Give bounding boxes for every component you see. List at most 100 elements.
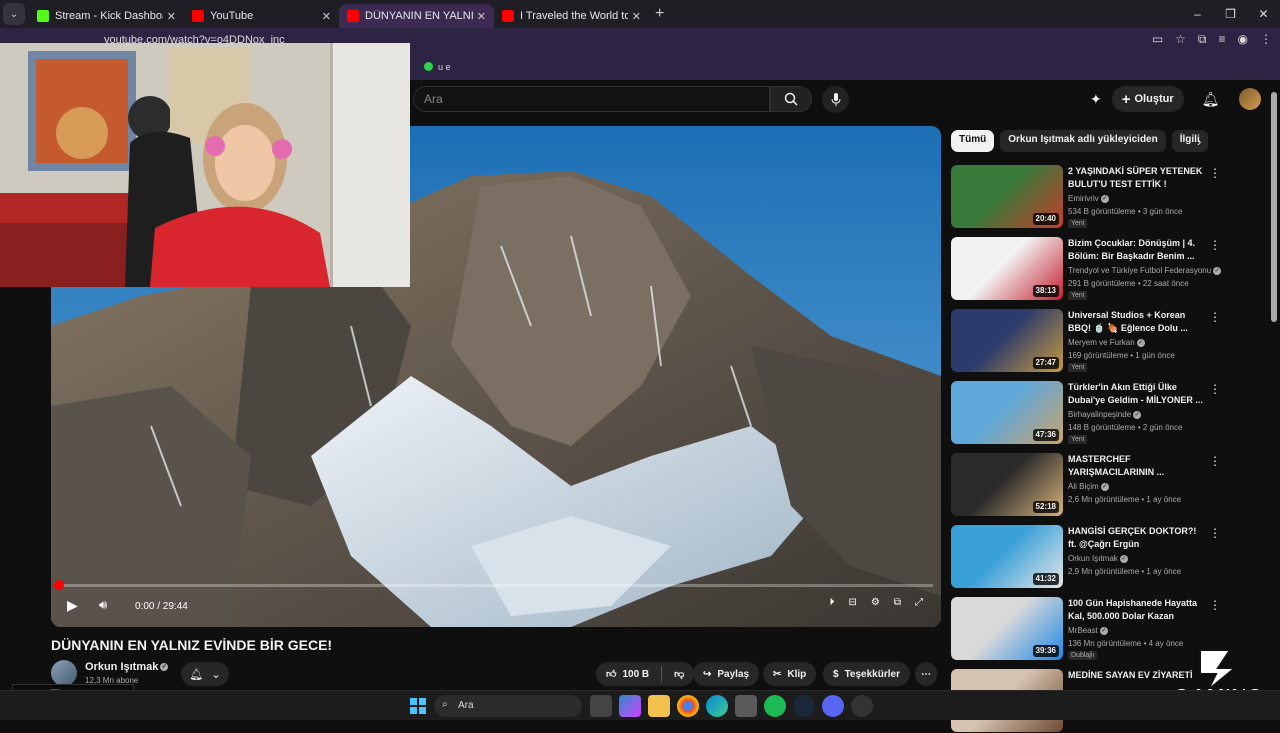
- recommended-video-title[interactable]: HANGİSİ GERÇEK DOKTOR?! ft. @Çağrı Ergün: [1068, 525, 1206, 551]
- more-vertical-icon[interactable]: ⋮: [1209, 454, 1221, 468]
- recommended-video-title[interactable]: 2 YAŞINDAKİ SÜPER YETENEK BULUT'U TEST E…: [1068, 165, 1206, 191]
- subscribed-button[interactable]: 🔔︎ ⌄: [181, 662, 229, 686]
- search-input[interactable]: Ara: [413, 86, 770, 112]
- play-icon[interactable]: ▶: [67, 597, 78, 614]
- store-icon[interactable]: [735, 695, 757, 717]
- more-vertical-icon[interactable]: ⋮: [1209, 382, 1221, 396]
- restore-icon[interactable]: ❐: [1214, 0, 1247, 28]
- browser-tab[interactable]: YouTube ✕: [184, 4, 339, 28]
- recommended-video-title[interactable]: Türkler'in Akın Ettiği Ülke Dubai'ye Gel…: [1068, 381, 1206, 407]
- recommended-video-title[interactable]: 100 Gün Hapishanede Hayatta Kal, 500.000…: [1068, 597, 1206, 623]
- notifications-bell-icon[interactable]: 🔔︎: [1202, 91, 1220, 108]
- verified-icon: ✓: [1100, 194, 1109, 203]
- recommended-video-title[interactable]: Universal Studios + Korean BBQ! 🍵 🍖 Eğle…: [1068, 309, 1206, 335]
- share-button[interactable]: ↪ Paylaş: [693, 662, 760, 686]
- settings-gear-icon[interactable]: ⚙: [871, 597, 880, 608]
- more-vertical-icon[interactable]: ⋮: [1209, 526, 1221, 540]
- subtitles-icon[interactable]: ⊟: [849, 597, 857, 608]
- profile-icon[interactable]: ◉: [1238, 32, 1248, 47]
- thumbs-down-icon[interactable]: 👎︎: [674, 668, 684, 680]
- tab-search-chevron-icon[interactable]: ⌄: [3, 3, 25, 25]
- spotify-icon[interactable]: [764, 695, 786, 717]
- more-vertical-icon[interactable]: ⋮: [1209, 310, 1221, 324]
- tab-close-icon[interactable]: ✕: [477, 10, 486, 23]
- filter-chip[interactable]: İlgili: [1171, 130, 1208, 152]
- channel-text: Trendyol ve Türkiye Futbol Federasyonu: [1068, 266, 1212, 275]
- recommended-video[interactable]: 20:40 2 YAŞINDAKİ SÜPER YETENEK BULUT'U …: [951, 165, 1251, 229]
- channel-avatar[interactable]: [51, 660, 77, 686]
- recommended-channel-name[interactable]: MrBeast ✓: [1068, 626, 1108, 635]
- recommended-channel-name[interactable]: Meryem ve Furkan ✓: [1068, 338, 1145, 347]
- share-label: Paylaş: [717, 668, 750, 680]
- autoplay-toggle-icon[interactable]: ⏵: [830, 597, 835, 608]
- task-view-icon[interactable]: [590, 695, 612, 717]
- recommended-channel-name[interactable]: Trendyol ve Türkiye Futbol Federasyonu ✓: [1068, 266, 1222, 275]
- file-explorer-icon[interactable]: [648, 695, 670, 717]
- copilot-icon[interactable]: [619, 695, 641, 717]
- more-actions-button[interactable]: ⋯: [915, 662, 937, 686]
- recommended-channel-name[interactable]: Ali Biçim ✓: [1068, 482, 1109, 491]
- minimize-icon[interactable]: –: [1181, 0, 1214, 28]
- steam-icon[interactable]: [793, 695, 815, 717]
- sparkle-icon[interactable]: ✦: [1090, 91, 1102, 108]
- recommended-video[interactable]: 52:18 MASTERCHEF YARIŞMACILARININ ... Al…: [951, 453, 1251, 517]
- recommended-video[interactable]: 38:13 Bizim Çocuklar: Dönüşüm | 4. Bölüm…: [951, 237, 1251, 301]
- create-button[interactable]: + Oluştur: [1111, 86, 1184, 112]
- duration-badge: 41:32: [1032, 573, 1059, 585]
- chrome-icon[interactable]: [677, 695, 699, 717]
- tab-close-icon[interactable]: ✕: [632, 10, 641, 23]
- time-display: 0:00 / 29:44: [135, 601, 188, 612]
- discord-icon[interactable]: [822, 695, 844, 717]
- recommended-channel-name[interactable]: Birhayalinpeşinde ✓: [1068, 410, 1142, 419]
- browser-menu-icon[interactable]: ⋮: [1260, 32, 1272, 47]
- windows-start-icon[interactable]: [410, 698, 426, 714]
- page-scrollbar[interactable]: [1271, 92, 1277, 322]
- miniplayer-icon[interactable]: ⧉: [894, 597, 901, 608]
- windows-taskbar: Ara ⌕: [0, 690, 1280, 720]
- recommended-video-title[interactable]: Bizim Çocuklar: Dönüşüm | 4. Bölüm: Bir …: [1068, 237, 1206, 263]
- close-window-icon[interactable]: ✕: [1247, 0, 1280, 28]
- obs-icon[interactable]: [851, 695, 873, 717]
- recommended-channel-name[interactable]: Emirivriv ✓: [1068, 194, 1109, 203]
- recommended-video[interactable]: 41:32 HANGİSİ GERÇEK DOKTOR?! ft. @Çağrı…: [951, 525, 1251, 589]
- new-tab-button[interactable]: +: [655, 5, 664, 23]
- scrubber-handle[interactable]: [54, 580, 64, 590]
- thanks-button[interactable]: $ Teşekkürler: [823, 662, 910, 686]
- voice-search-button[interactable]: [822, 86, 849, 113]
- reading-list-icon[interactable]: ≡: [1219, 32, 1226, 47]
- filter-chip[interactable]: Orkun Işıtmak adlı yükleyiciden: [1000, 130, 1166, 152]
- tab-close-icon[interactable]: ✕: [167, 10, 176, 23]
- recommended-channel-name[interactable]: Orkun Işıtmak ✓: [1068, 554, 1128, 563]
- account-avatar[interactable]: [1239, 88, 1262, 110]
- recommended-video[interactable]: 47:36 Türkler'in Akın Ettiği Ülke Dubai'…: [951, 381, 1251, 445]
- fullscreen-icon[interactable]: ⤢: [915, 597, 923, 608]
- browser-tab[interactable]: I Traveled the World to Find th ✕: [494, 4, 649, 28]
- window-controls: – ❐ ✕: [1181, 0, 1280, 28]
- video-progress-bar[interactable]: [54, 580, 933, 590]
- clip-button[interactable]: ✂ Klip: [763, 662, 817, 686]
- chevron-right-icon[interactable]: ›: [1197, 134, 1201, 149]
- bookmark-label[interactable]: u e: [438, 62, 451, 72]
- filter-chip[interactable]: Tümü: [951, 130, 995, 152]
- duration-badge: 52:18: [1032, 501, 1059, 513]
- cast-icon[interactable]: ▭: [1152, 32, 1163, 47]
- browser-tab[interactable]: DÜNYANIN EN YALNIZ EVİNDE ✕: [339, 4, 494, 28]
- extensions-icon[interactable]: ⧉: [1198, 32, 1207, 47]
- like-button[interactable]: 👍︎ 100 B 👎︎: [596, 662, 695, 686]
- recommended-video[interactable]: 27:47 Universal Studios + Korean BBQ! 🍵 …: [951, 309, 1251, 373]
- more-vertical-icon[interactable]: ⋮: [1209, 166, 1221, 180]
- channel-name[interactable]: Orkun Işıtmak ✓: [85, 661, 169, 673]
- recommended-video-title[interactable]: MASTERCHEF YARIŞMACILARININ ...: [1068, 453, 1206, 479]
- more-vertical-icon[interactable]: ⋮: [1209, 598, 1221, 612]
- search-placeholder: Ara: [424, 92, 443, 106]
- edge-icon[interactable]: [706, 695, 728, 717]
- bookmark-star-icon[interactable]: ☆: [1175, 32, 1186, 47]
- recommended-meta: 136 Mn görüntüleme • 4 ay önce: [1068, 639, 1184, 648]
- search-button[interactable]: [770, 86, 812, 112]
- browser-tab[interactable]: Stream - Kick Dashboard ✕: [29, 4, 184, 28]
- magnifier-icon: ⌕: [442, 699, 448, 710]
- more-vertical-icon[interactable]: ⋮: [1209, 238, 1221, 252]
- taskbar-search[interactable]: Ara ⌕: [434, 695, 582, 717]
- tab-close-icon[interactable]: ✕: [322, 10, 331, 23]
- volume-icon[interactable]: 🔊︎: [99, 597, 107, 613]
